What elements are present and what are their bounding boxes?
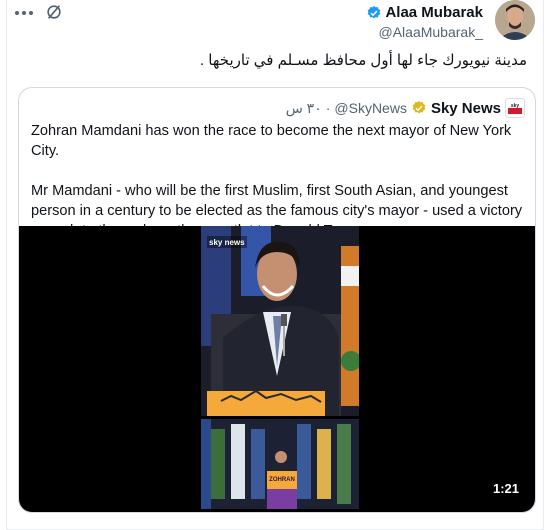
video-frame-secondary: ZOHRAN (201, 419, 359, 509)
tweet-card[interactable]: Alaa Mubarak @AlaaMubarak_ مدينة نيويورك… (6, 0, 544, 530)
quoted-tweet-time[interactable]: ٣٠ س (286, 100, 322, 117)
grok-icon[interactable] (45, 3, 63, 21)
more-options-icon[interactable] (15, 4, 45, 24)
quoted-tweet-header: ٣٠ س · @SkyNews Sky News sky (286, 98, 525, 118)
sky-news-avatar[interactable]: sky (505, 98, 525, 118)
quoted-tweet-handle[interactable]: @SkyNews (334, 100, 407, 116)
video-logo: sky news (209, 238, 245, 247)
author-avatar[interactable] (495, 0, 535, 40)
podium-text: ZOHRAN (269, 477, 295, 483)
video-player[interactable]: sky news ZOHRAN 1:21 (19, 226, 535, 512)
tweet-text: مدينة نيويورك جاء لها أول محافظ مسـلم في… (199, 52, 527, 69)
verified-gold-icon (412, 101, 426, 114)
verified-badge-icon (368, 5, 381, 18)
author-name[interactable]: Alaa Mubarak (385, 4, 483, 21)
quoted-paragraph-1: Zohran Mamdani has won the race to becom… (31, 123, 512, 159)
tweet-author[interactable]: Alaa Mubarak @AlaaMubarak_ (366, 4, 483, 40)
video-duration: 1:21 (486, 479, 525, 498)
video-frame-main: sky news (201, 226, 359, 416)
quoted-tweet-name[interactable]: Sky News (431, 100, 501, 117)
author-handle[interactable]: @AlaaMubarak_ (366, 24, 484, 40)
separator-dot: · (325, 100, 331, 116)
quoted-tweet[interactable]: ٣٠ س · @SkyNews Sky News sky Zohran Mamd… (18, 87, 536, 513)
